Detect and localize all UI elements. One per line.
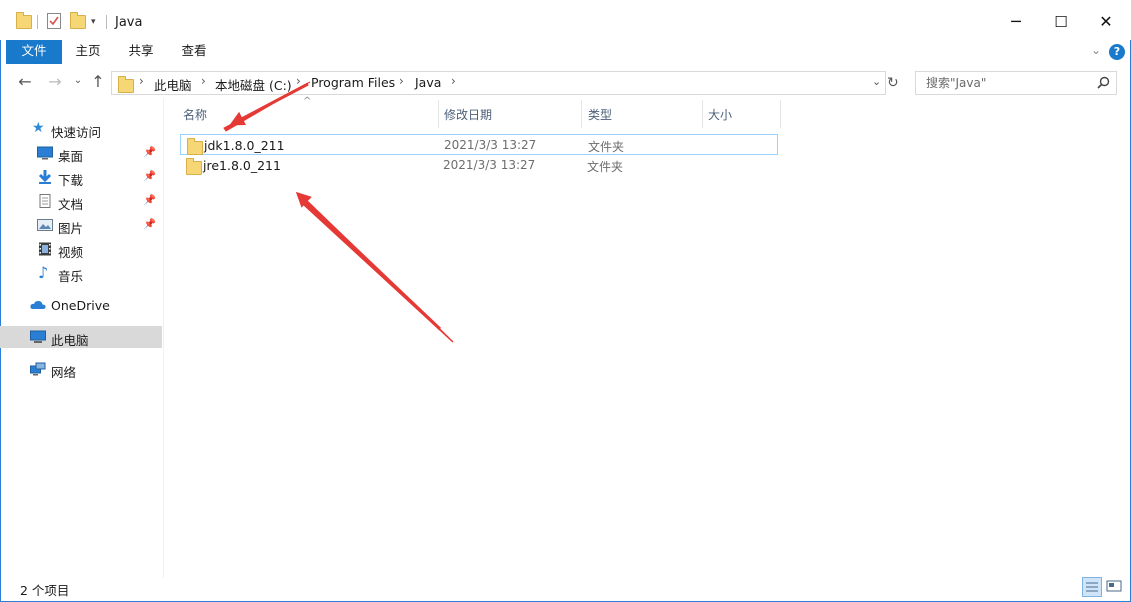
navigation-pane: ★ 快速访问 桌面 📌 下载 📌 文档 📌 图片 📌 视频 ♪ 音乐 OneDr… bbox=[0, 98, 164, 578]
nav-item-onedrive[interactable]: OneDrive bbox=[0, 294, 162, 316]
nav-label: 音乐 bbox=[58, 269, 84, 284]
details-view-button[interactable] bbox=[1082, 577, 1102, 597]
file-name: jdk1.8.0_211 bbox=[204, 138, 285, 153]
window-title: Java bbox=[115, 15, 143, 30]
address-dropdown-icon[interactable]: ⌄ bbox=[872, 75, 881, 88]
status-item-count: 2 个项目 bbox=[20, 583, 70, 598]
search-box[interactable] bbox=[915, 71, 1117, 95]
nav-label: 下载 bbox=[58, 173, 84, 188]
tab-home[interactable]: 主页 bbox=[68, 40, 108, 64]
nav-label: 网络 bbox=[51, 365, 77, 380]
file-row[interactable]: jre1.8.0_211 2021/3/3 13:27 文件夹 bbox=[180, 155, 778, 176]
nav-item-videos[interactable]: 视频 bbox=[0, 238, 162, 260]
search-input[interactable] bbox=[924, 75, 1088, 91]
maximize-button[interactable]: ☐ bbox=[1038, 8, 1084, 36]
column-header-size[interactable]: 大小 bbox=[708, 106, 732, 128]
column-divider[interactable] bbox=[780, 100, 781, 128]
nav-item-desktop[interactable]: 桌面 📌 bbox=[0, 142, 162, 164]
pin-icon[interactable]: 📌 bbox=[144, 147, 156, 158]
network-icon bbox=[30, 362, 46, 376]
address-row: ← → ⌄ ↑ › 此电脑 › 本地磁盘 (C:) › Program File… bbox=[0, 66, 1131, 98]
nav-item-downloads[interactable]: 下载 📌 bbox=[0, 166, 162, 188]
large-icons-view-icon bbox=[1106, 580, 1122, 592]
pin-icon[interactable]: 📌 bbox=[144, 171, 156, 182]
file-type: 文件夹 bbox=[587, 160, 624, 174]
nav-label: 此电脑 bbox=[51, 333, 89, 348]
nav-item-this-pc[interactable]: 此电脑 bbox=[0, 326, 162, 348]
breadcrumb-local-disk[interactable]: 本地磁盘 (C:) bbox=[215, 75, 292, 94]
help-button[interactable]: ? bbox=[1109, 44, 1125, 60]
download-icon bbox=[38, 170, 52, 184]
forward-button[interactable]: → bbox=[45, 72, 65, 91]
column-divider[interactable] bbox=[438, 100, 439, 128]
breadcrumb-this-pc[interactable]: 此电脑 bbox=[154, 75, 192, 94]
minimize-button[interactable]: ─ bbox=[993, 8, 1039, 36]
nav-label: 快速访问 bbox=[51, 125, 102, 140]
search-icon[interactable] bbox=[1097, 76, 1110, 89]
nav-item-pictures[interactable]: 图片 📌 bbox=[0, 214, 162, 236]
ribbon-tabs: 文件 主页 共享 查看 ⌄ ? bbox=[0, 40, 1131, 64]
chevron-right-icon[interactable]: › bbox=[399, 74, 404, 88]
back-button[interactable]: ← bbox=[15, 72, 35, 91]
video-icon bbox=[39, 242, 51, 256]
title-bar: ▾ Java ─ ☐ ✕ bbox=[0, 0, 1131, 40]
breadcrumb-program-files[interactable]: Program Files bbox=[311, 75, 395, 90]
column-header-name[interactable]: 名称 bbox=[183, 106, 207, 128]
tab-view[interactable]: 查看 bbox=[174, 40, 214, 64]
sort-ascending-icon: ^ bbox=[303, 96, 312, 107]
column-header-type[interactable]: 类型 bbox=[588, 106, 612, 128]
up-button[interactable]: ↑ bbox=[88, 72, 108, 91]
pin-icon[interactable]: 📌 bbox=[144, 219, 156, 230]
pin-icon[interactable]: 📌 bbox=[144, 195, 156, 206]
document-icon bbox=[39, 194, 51, 208]
refresh-icon[interactable]: ↻ bbox=[887, 75, 899, 91]
desktop-icon bbox=[37, 146, 53, 160]
computer-icon bbox=[30, 330, 46, 343]
chevron-right-icon[interactable]: › bbox=[201, 74, 206, 88]
music-icon: ♪ bbox=[38, 263, 49, 282]
nav-item-documents[interactable]: 文档 📌 bbox=[0, 190, 162, 212]
file-date: 2021/3/3 13:27 bbox=[443, 158, 536, 172]
address-bar[interactable]: › 此电脑 › 本地磁盘 (C:) › Program Files › Java… bbox=[111, 71, 886, 95]
separator bbox=[106, 15, 107, 29]
chevron-right-icon[interactable]: › bbox=[296, 74, 301, 88]
file-name: jre1.8.0_211 bbox=[203, 158, 281, 173]
nav-item-network[interactable]: 网络 bbox=[0, 358, 162, 380]
nav-quick-access[interactable]: ★ 快速访问 bbox=[0, 118, 162, 140]
column-divider[interactable] bbox=[581, 100, 582, 128]
nav-item-music[interactable]: ♪ 音乐 bbox=[0, 262, 162, 284]
tab-file[interactable]: 文件 bbox=[6, 40, 62, 64]
file-row[interactable]: jdk1.8.0_211 2021/3/3 13:27 文件夹 bbox=[180, 134, 778, 155]
column-divider[interactable] bbox=[702, 100, 703, 128]
nav-label: OneDrive bbox=[51, 298, 110, 313]
close-button[interactable]: ✕ bbox=[1083, 8, 1129, 36]
column-header-date[interactable]: 修改日期 bbox=[444, 106, 492, 128]
details-view-icon bbox=[1086, 582, 1098, 592]
tab-share[interactable]: 共享 bbox=[121, 40, 161, 64]
chevron-right-icon[interactable]: › bbox=[451, 74, 456, 88]
separator bbox=[37, 15, 38, 29]
star-icon: ★ bbox=[32, 120, 45, 136]
file-date: 2021/3/3 13:27 bbox=[444, 138, 537, 152]
cloud-icon bbox=[30, 300, 46, 309]
large-icons-view-button[interactable] bbox=[1105, 577, 1125, 597]
chevron-right-icon[interactable]: › bbox=[139, 74, 144, 88]
nav-label: 文档 bbox=[58, 197, 84, 212]
file-type: 文件夹 bbox=[588, 140, 625, 154]
picture-icon bbox=[37, 219, 53, 231]
breadcrumb-java[interactable]: Java bbox=[415, 75, 441, 90]
nav-label: 视频 bbox=[58, 245, 84, 260]
recent-locations-icon[interactable]: ⌄ bbox=[68, 75, 88, 86]
properties-icon[interactable] bbox=[47, 13, 61, 32]
quick-access-dropdown-icon[interactable]: ▾ bbox=[91, 17, 96, 27]
nav-label: 桌面 bbox=[58, 149, 84, 164]
expand-ribbon-icon[interactable]: ⌄ bbox=[1091, 43, 1101, 57]
nav-label: 图片 bbox=[58, 221, 84, 236]
